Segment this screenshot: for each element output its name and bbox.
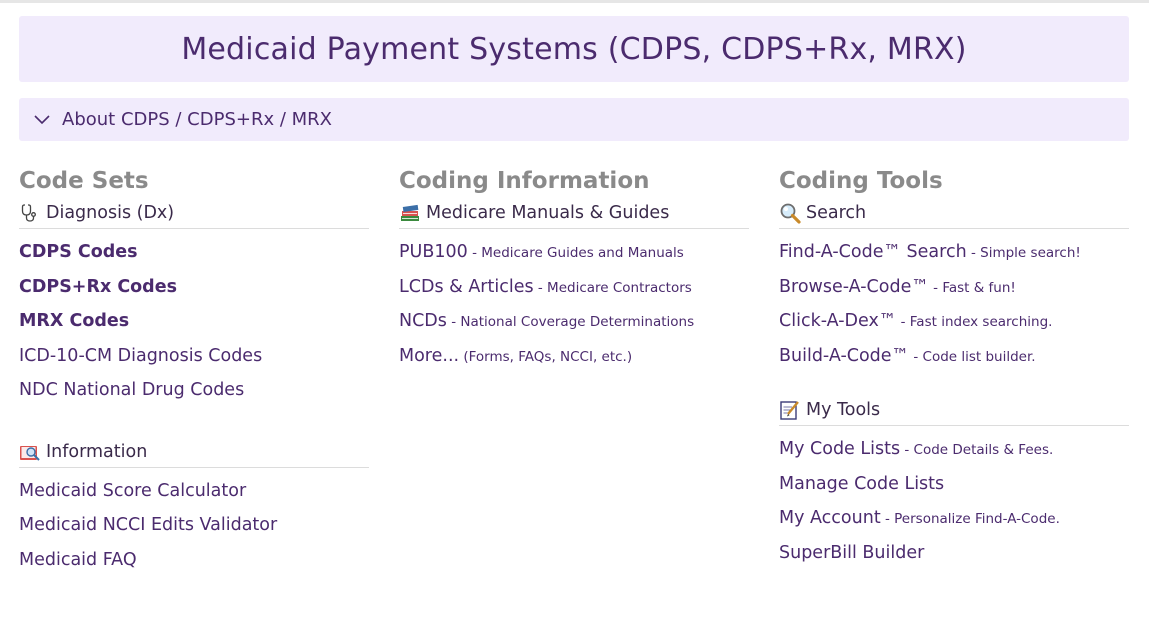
my-account-link[interactable]: My Account	[779, 508, 881, 528]
list-item: MRX Codes	[19, 304, 369, 339]
list-item: Click-A-Dex™ - Fast index searching.	[779, 304, 1129, 339]
pub100-link[interactable]: PUB100	[399, 242, 468, 262]
browse-a-code-link[interactable]: Browse-A-Code™	[779, 277, 929, 297]
magnifier-icon	[779, 202, 801, 224]
code-sets-column: Code Sets Diagnosis (Dx) CDPS Codes CDPS…	[19, 164, 369, 577]
manage-code-lists-link[interactable]: Manage Code Lists	[779, 474, 944, 494]
my-tools-section-label: My Tools	[806, 400, 881, 420]
manuals-section-label: Medicare Manuals & Guides	[426, 203, 670, 223]
about-accordion-label: About CDPS / CDPS+Rx / MRX	[62, 109, 332, 130]
link-description: - Code list builder.	[909, 348, 1036, 365]
lcds-articles-link[interactable]: LCDs & Articles	[399, 277, 534, 297]
link-description: - Personalize Find-A-Code.	[880, 511, 1060, 527]
link-description: - Code Details & Fees.	[900, 442, 1054, 458]
manuals-links: PUB100 - Medicare Guides and Manuals LCD…	[399, 235, 749, 373]
list-item: Manage Code Lists	[779, 467, 1129, 502]
medicaid-ncci-validator-link[interactable]: Medicaid NCCI Edits Validator	[19, 515, 277, 535]
link-description: - Medicare Contractors	[533, 279, 692, 296]
books-icon	[399, 202, 421, 224]
manuals-section-heading: Medicare Manuals & Guides	[399, 198, 749, 229]
search-section-label: Search	[806, 203, 867, 223]
list-item: Medicaid NCCI Edits Validator	[19, 508, 369, 543]
top-border	[0, 0, 1149, 3]
mrx-codes-link[interactable]: MRX Codes	[19, 311, 129, 331]
list-item: Build-A-Code™ - Code list builder.	[779, 339, 1129, 374]
chevron-down-icon	[31, 109, 53, 131]
link-description: - Simple search!	[966, 245, 1081, 261]
link-description: - National Coverage Determinations	[446, 314, 695, 330]
coding-tools-column: Coding Tools Search Find-A-Code™ Search …	[779, 164, 1129, 570]
link-description: - Medicare Guides and Manuals	[467, 245, 684, 261]
stethoscope-icon	[19, 202, 41, 224]
ncds-link[interactable]: NCDs	[399, 311, 447, 331]
build-a-code-link[interactable]: Build-A-Code™	[779, 346, 909, 366]
diagnosis-section-label: Diagnosis (Dx)	[46, 203, 175, 223]
cdps-codes-link[interactable]: CDPS Codes	[19, 242, 138, 262]
title-banner: Medicaid Payment Systems (CDPS, CDPS+Rx,…	[19, 16, 1129, 82]
superbill-builder-link[interactable]: SuperBill Builder	[779, 543, 924, 563]
book-search-icon	[19, 441, 41, 463]
link-description: - Fast & fun!	[928, 279, 1016, 296]
list-item: PUB100 - Medicare Guides and Manuals	[399, 235, 749, 270]
information-section-heading: Information	[19, 437, 369, 468]
list-item: More... (Forms, FAQs, NCCI, etc.)	[399, 339, 749, 374]
page-title: Medicaid Payment Systems (CDPS, CDPS+Rx,…	[181, 31, 967, 67]
list-item: ICD-10-CM Diagnosis Codes	[19, 339, 369, 374]
list-item: NDC National Drug Codes	[19, 373, 369, 408]
more-link[interactable]: More...	[399, 346, 459, 366]
my-tools-links: My Code Lists - Code Details & Fees. Man…	[779, 432, 1129, 570]
notepad-icon	[779, 399, 801, 421]
list-item: Medicaid FAQ	[19, 543, 369, 578]
list-item: LCDs & Articles - Medicare Contractors	[399, 270, 749, 305]
diagnosis-links: CDPS Codes CDPS+Rx Codes MRX Codes ICD-1…	[19, 235, 369, 408]
list-item: NCDs - National Coverage Determinations	[399, 304, 749, 339]
list-item: Find-A-Code™ Search - Simple search!	[779, 235, 1129, 270]
find-a-code-search-link[interactable]: Find-A-Code™ Search	[779, 242, 967, 262]
list-item: Medicaid Score Calculator	[19, 474, 369, 509]
code-sets-title: Code Sets	[19, 168, 149, 194]
ndc-codes-link[interactable]: NDC National Drug Codes	[19, 380, 244, 400]
icd10cm-codes-link[interactable]: ICD-10-CM Diagnosis Codes	[19, 346, 262, 366]
click-a-dex-link[interactable]: Click-A-Dex™	[779, 311, 896, 331]
list-item: CDPS Codes	[19, 235, 369, 270]
coding-information-column: Coding Information Medicare Manuals & Gu…	[399, 164, 749, 373]
list-item: CDPS+Rx Codes	[19, 270, 369, 305]
list-item: SuperBill Builder	[779, 536, 1129, 571]
my-code-lists-link[interactable]: My Code Lists	[779, 439, 900, 459]
about-accordion[interactable]: About CDPS / CDPS+Rx / MRX	[19, 98, 1129, 141]
information-section-label: Information	[46, 441, 148, 462]
diagnosis-section-heading: Diagnosis (Dx)	[19, 198, 369, 229]
list-item: My Code Lists - Code Details & Fees.	[779, 432, 1129, 467]
link-description: - Fast index searching.	[896, 314, 1053, 330]
coding-tools-title: Coding Tools	[779, 168, 943, 194]
search-links: Find-A-Code™ Search - Simple search! Bro…	[779, 235, 1129, 373]
cdps-rx-codes-link[interactable]: CDPS+Rx Codes	[19, 277, 177, 297]
coding-information-title: Coding Information	[399, 168, 650, 194]
link-description: (Forms, FAQs, NCCI, etc.)	[459, 348, 633, 365]
my-tools-section-heading: My Tools	[779, 395, 1129, 426]
medicaid-faq-link[interactable]: Medicaid FAQ	[19, 550, 137, 570]
search-section-heading: Search	[779, 198, 1129, 229]
list-item: Browse-A-Code™ - Fast & fun!	[779, 270, 1129, 305]
information-links: Medicaid Score Calculator Medicaid NCCI …	[19, 474, 369, 578]
medicaid-score-calculator-link[interactable]: Medicaid Score Calculator	[19, 481, 246, 501]
list-item: My Account - Personalize Find-A-Code.	[779, 501, 1129, 536]
